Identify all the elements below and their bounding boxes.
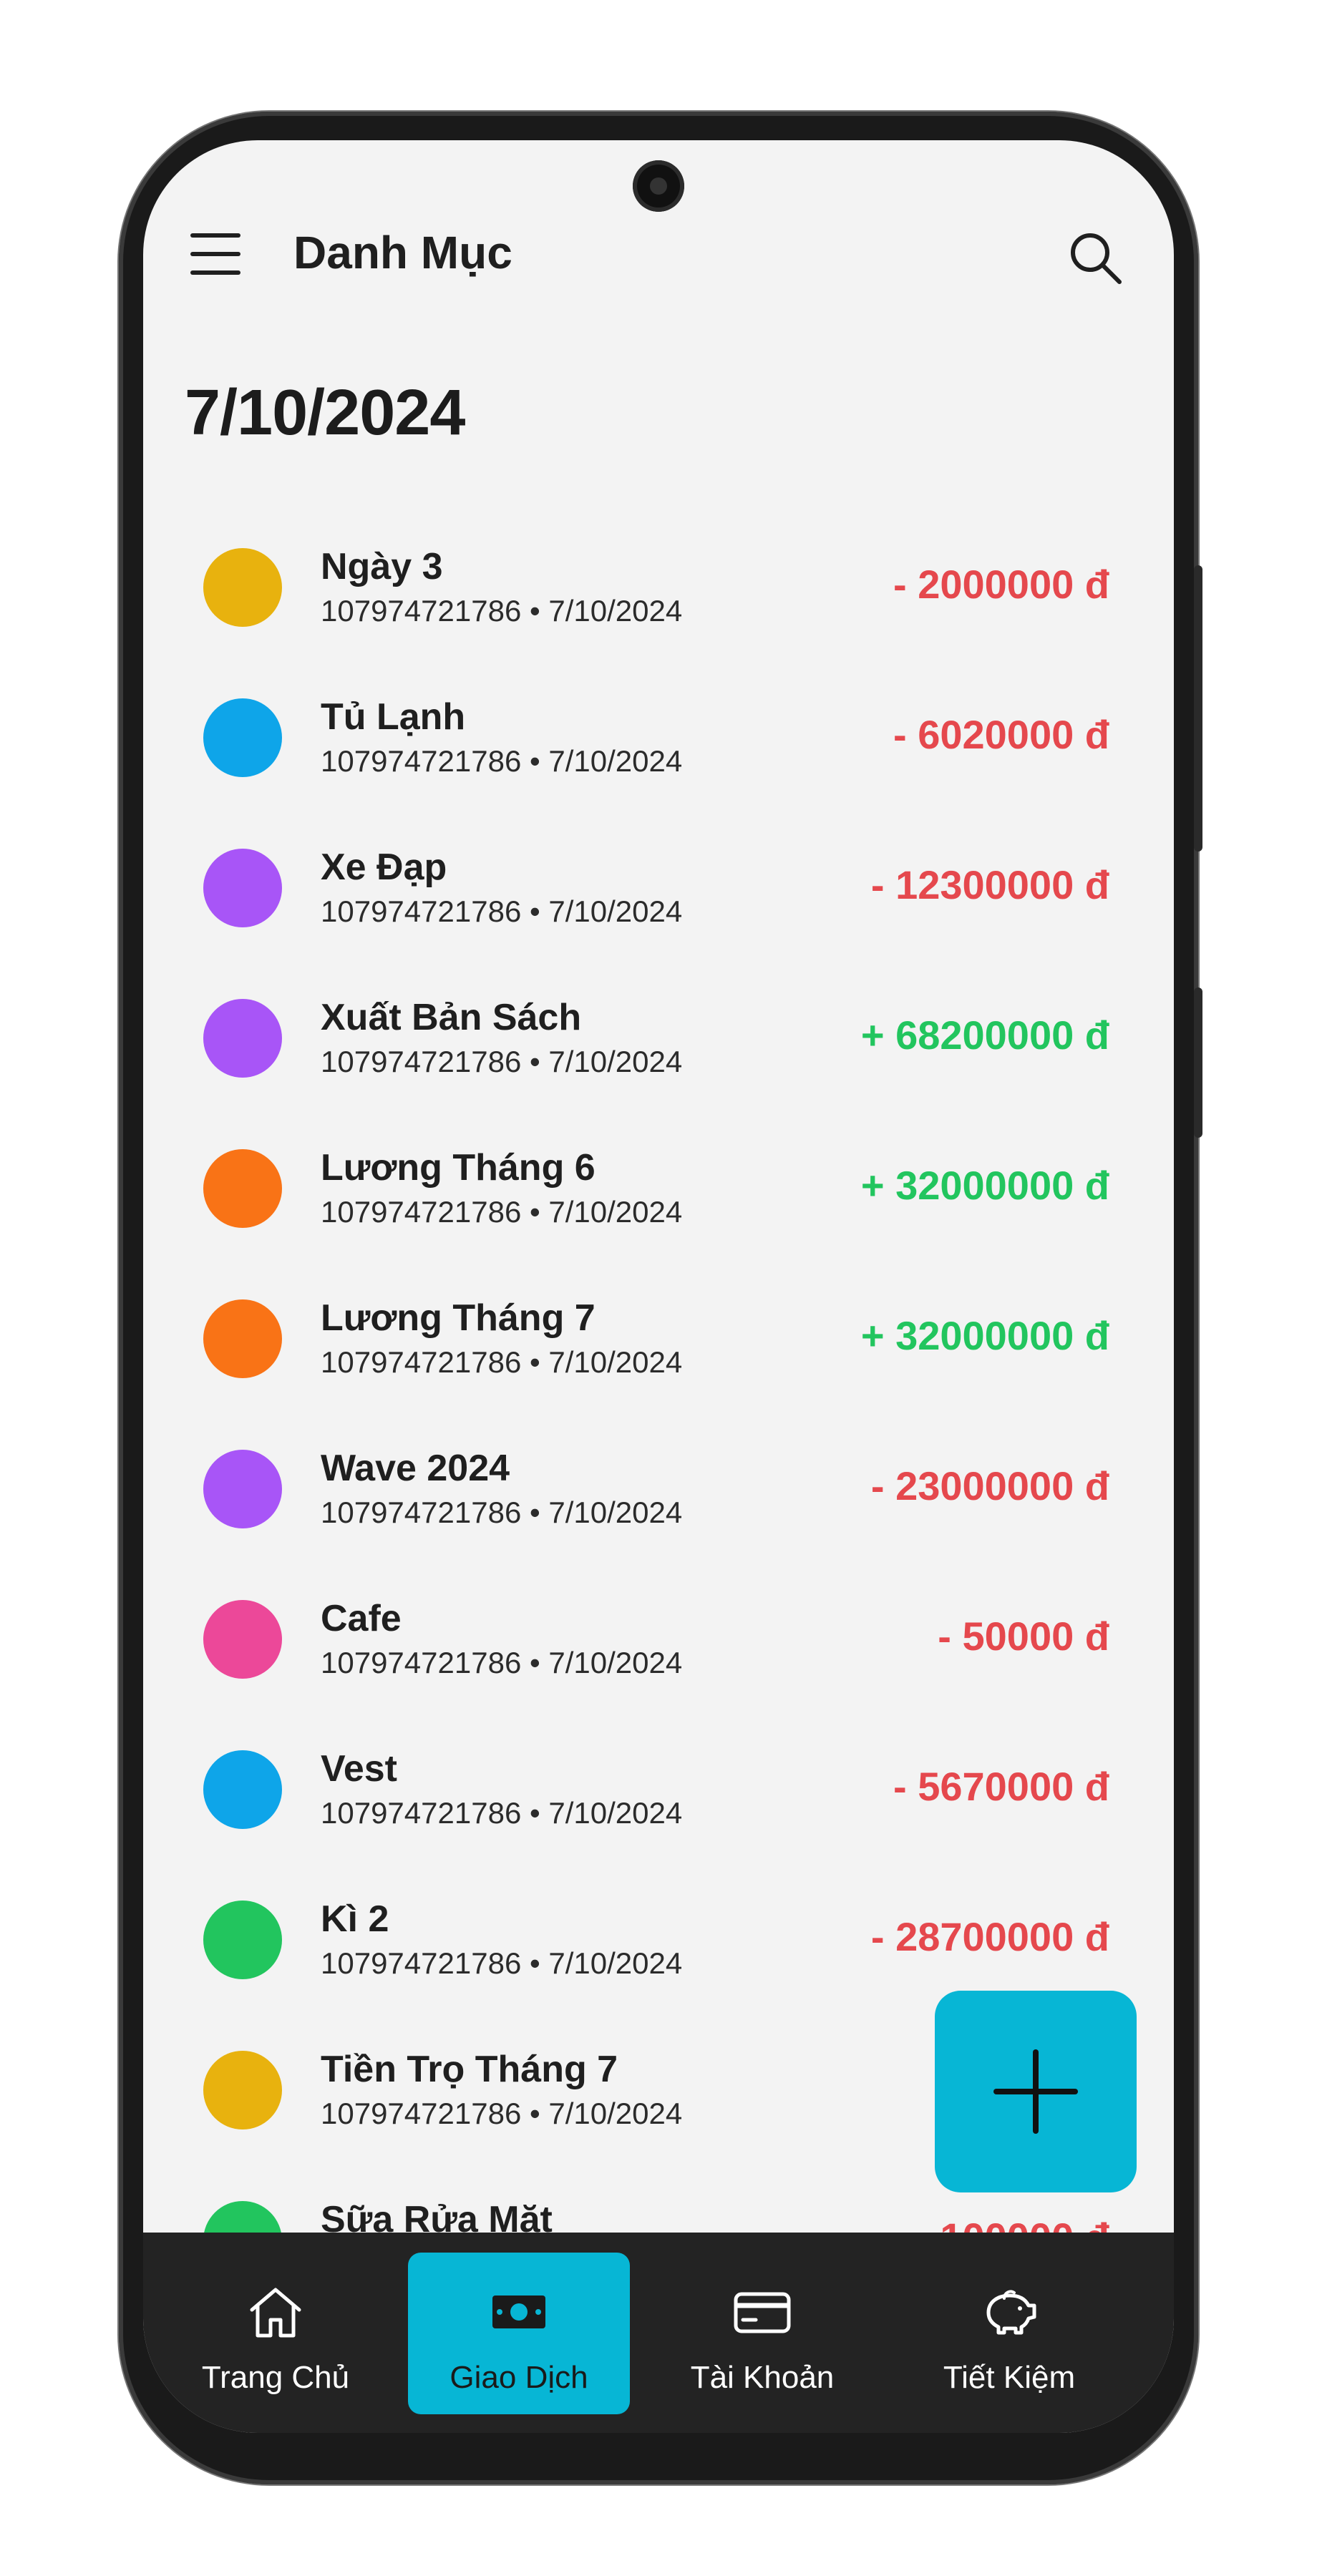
transaction-account-date: 107974721786 • 7/10/2024 [321, 1796, 683, 1830]
nav-transactions-label: Giao Dịch [449, 2360, 588, 2395]
transaction-amount: - 2000000 đ [893, 562, 1109, 607]
transaction-account-date: 107974721786 • 7/10/2024 [321, 1195, 683, 1229]
transaction-name: Lương Tháng 7 [321, 1297, 596, 1339]
transaction-account-date: 107974721786 • 7/10/2024 [321, 1946, 683, 1980]
transaction-amount: + 68200000 đ [860, 1013, 1109, 1058]
transaction-account-date: 107974721786 • 7/10/2024 [321, 1045, 683, 1078]
cash-icon [492, 2296, 545, 2328]
card-icon [734, 2292, 791, 2333]
transaction-row[interactable]: Xe Đạp 107974721786 • 7/10/2024 - 12300000… [143, 813, 1174, 963]
menu-icon[interactable] [190, 233, 240, 275]
transaction-amount: - 50000 đ [938, 1614, 1109, 1659]
power-button [1194, 987, 1202, 1138]
transaction-amount: + 32000000 đ [860, 1313, 1109, 1358]
category-color-dot [203, 849, 282, 927]
transaction-name: Xuất Bản Sách [321, 997, 582, 1038]
volume-button [1194, 565, 1202, 852]
category-color-dot [203, 1901, 282, 1979]
bottom-navigation: Trang Chủ Giao Dịch Tài Khoản Tiết Kiệm [143, 2233, 1174, 2433]
category-color-dot [203, 2051, 282, 2129]
date-heading: 7/10/2024 [185, 377, 465, 449]
transaction-row[interactable]: Tủ Lạnh 107974721786 • 7/10/2024 - 6020000… [143, 663, 1174, 813]
transaction-amount: - 23000000 đ [870, 1463, 1109, 1508]
category-color-dot [203, 999, 282, 1078]
transaction-account-date: 107974721786 • 7/10/2024 [321, 1646, 683, 1679]
transaction-name: Ngày 3 [321, 546, 443, 587]
transaction-row[interactable]: Lương Tháng 6 107974721786 • 7/10/2024 + 3… [143, 1113, 1174, 1264]
transaction-account-date: 107974721786 • 7/10/2024 [321, 2097, 683, 2130]
transaction-account-date: 107974721786 • 7/10/2024 [321, 1345, 683, 1379]
transaction-account-date: 107974721786 • 7/10/2024 [321, 594, 683, 628]
transaction-row[interactable]: Cafe 107974721786 • 7/10/2024 - 50000 đ [143, 1564, 1174, 1714]
category-color-dot [203, 1149, 282, 1228]
transaction-amount: - 12300000 đ [870, 862, 1109, 907]
category-color-dot [203, 1750, 282, 1829]
transaction-name: Kì 2 [321, 1898, 389, 1940]
transaction-amount: - 5670000 đ [893, 1764, 1109, 1809]
transaction-name: Xe Đạp [321, 847, 447, 888]
nav-home-label: Trang Chủ [201, 2360, 350, 2395]
nav-accounts[interactable]: Tài Khoản [651, 2253, 873, 2414]
nav-transactions[interactable]: Giao Dịch [408, 2253, 630, 2414]
transaction-name: Tủ Lạnh [321, 696, 466, 738]
category-color-dot [203, 698, 282, 777]
transaction-name: Lương Tháng 6 [321, 1147, 596, 1189]
transaction-row[interactable]: Vest 107974721786 • 7/10/2024 - 5670000 đ [143, 1714, 1174, 1865]
app-screen: Danh Mục 7/10/2024 Ngày 3 107974721786 • … [143, 140, 1174, 2433]
add-transaction-button[interactable] [935, 1991, 1137, 2192]
nav-accounts-label: Tài Khoản [690, 2360, 835, 2395]
nav-savings[interactable]: Tiết Kiệm [898, 2253, 1120, 2414]
transaction-row[interactable]: Ngày 3 107974721786 • 7/10/2024 - 2000000 … [143, 512, 1174, 663]
nav-home[interactable]: Trang Chủ [165, 2253, 387, 2414]
transaction-account-date: 107974721786 • 7/10/2024 [321, 1496, 683, 1529]
transaction-row[interactable]: Lương Tháng 7 107974721786 • 7/10/2024 + 3… [143, 1264, 1174, 1414]
transaction-amount: - 6020000 đ [893, 712, 1109, 757]
page-title: Danh Mục [293, 227, 512, 278]
category-color-dot [203, 1600, 282, 1679]
front-camera [633, 160, 684, 212]
category-color-dot [203, 1450, 282, 1528]
transaction-account-date: 107974721786 • 7/10/2024 [321, 744, 683, 778]
search-icon[interactable] [1066, 229, 1124, 286]
transaction-row[interactable]: Xuất Bản Sách 107974721786 • 7/10/2024 + 6… [143, 963, 1174, 1113]
piggy-bank-icon [986, 2290, 1036, 2335]
category-color-dot [203, 548, 282, 627]
home-icon [250, 2288, 301, 2338]
transaction-account-date: 107974721786 • 7/10/2024 [321, 894, 683, 928]
transaction-name: Vest [321, 1748, 397, 1790]
transaction-amount: - 28700000 đ [870, 1914, 1109, 1959]
transaction-amount: + 32000000 đ [860, 1163, 1109, 1208]
plus-icon [993, 2049, 1078, 2134]
transaction-name: Wave 2024 [321, 1448, 510, 1489]
transaction-name: Tiền Trọ Tháng 7 [321, 2049, 618, 2090]
nav-savings-label: Tiết Kiệm [943, 2360, 1076, 2395]
transaction-row[interactable]: Wave 2024 107974721786 • 7/10/2024 - 23000… [143, 1414, 1174, 1564]
category-color-dot [203, 1299, 282, 1378]
transaction-name: Cafe [321, 1598, 402, 1639]
